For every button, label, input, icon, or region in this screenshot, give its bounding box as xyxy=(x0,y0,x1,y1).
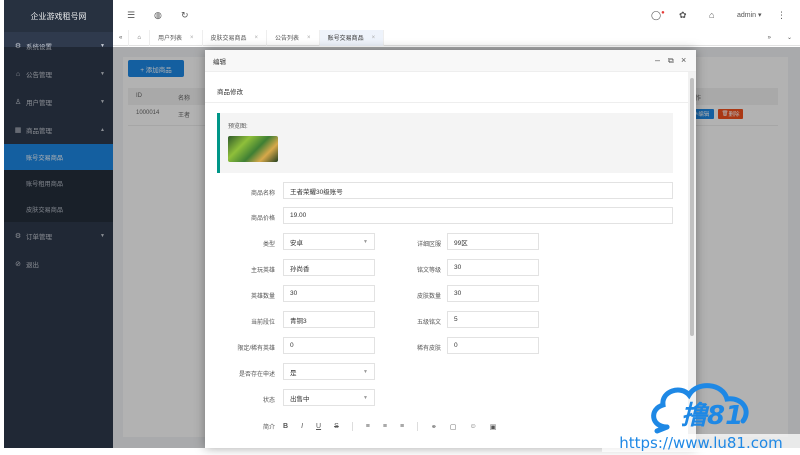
tabs-bar: « ⌂ 用户列表 × 皮肤交易商品 × 公告列表 × 账号交易商品 × » ⌄ xyxy=(113,29,800,46)
tabs-prev-icon[interactable]: « xyxy=(113,29,130,46)
field-label-skin-count: 皮肤数量 xyxy=(416,294,441,300)
on-sale-value: 是 xyxy=(290,369,297,377)
tag-icon[interactable]: ⌂ xyxy=(709,10,714,20)
close-icon[interactable]: × xyxy=(372,35,376,41)
field-label-detail-area: 详细区服 xyxy=(416,242,441,248)
field-label-price: 商品价格 xyxy=(250,216,275,222)
tab-label: 用户列表 xyxy=(157,36,182,42)
current-rank-input[interactable]: 青铜3 xyxy=(283,311,375,328)
field-label-status: 状态 xyxy=(262,398,275,404)
hero-count-input[interactable]: 30 xyxy=(283,285,375,302)
type-value: 安卓 xyxy=(290,239,303,247)
watermark: 撸81 https://www.lu81.com xyxy=(602,374,800,455)
app-root: 企业游戏租号网 ⚙ 系统设置 ▼ ⌂ 公告管理 ▼ ♙ 用户管理 ▼ ▦ 商品管… xyxy=(0,0,800,455)
limited-skin-input[interactable]: 0 xyxy=(283,337,375,354)
theme-icon[interactable]: ✿ xyxy=(679,10,687,21)
close-icon[interactable]: × xyxy=(190,35,194,41)
align-right-icon[interactable]: ≡ xyxy=(400,423,404,430)
field-label-five-level: 五级铭文 xyxy=(416,320,441,326)
cloud-logo-icon: 撸81 xyxy=(651,383,749,434)
bold-icon[interactable]: B xyxy=(283,423,288,430)
globe-icon[interactable]: ◍ xyxy=(154,10,162,21)
name-input[interactable]: 王者荣耀30级账号 xyxy=(283,182,673,199)
link-icon[interactable]: ⚭ xyxy=(431,423,437,431)
skin-count-input[interactable]: 30 xyxy=(447,285,539,302)
five-level-input[interactable]: 5 xyxy=(447,311,539,328)
tabs-dropdown-icon[interactable]: ⌄ xyxy=(779,30,800,46)
scrollbar-thumb[interactable] xyxy=(690,78,694,336)
tab-label: 账号交易商品 xyxy=(327,36,364,42)
field-label-name: 商品名称 xyxy=(250,191,275,197)
preview-image xyxy=(228,136,278,162)
section-title: 商品修改 xyxy=(217,89,243,96)
minimize-icon[interactable]: – xyxy=(655,55,660,65)
home-tab-icon[interactable]: ⌂ xyxy=(129,29,150,46)
tab-account-trade[interactable]: 账号交易商品 × xyxy=(319,29,385,46)
field-label-description: 简介 xyxy=(262,425,275,431)
chevron-down-icon: ▼ xyxy=(363,239,368,245)
watermark-url: https://www.lu81.com xyxy=(602,434,800,452)
topbar: ☰ ◍ ↻ ◯● ✿ ⌂ admin ▾ ⋮ xyxy=(113,0,800,32)
close-icon[interactable]: × xyxy=(681,55,686,65)
underline-icon[interactable]: U xyxy=(316,423,321,430)
main-hero-input[interactable]: 孙尚香 xyxy=(283,259,375,276)
tab-skin-trade[interactable]: 皮肤交易商品 × xyxy=(203,29,268,46)
menu-icon[interactable]: ☰ xyxy=(127,10,135,21)
field-label-limited-skin: 限定/稀有英雄 xyxy=(237,346,275,352)
username: admin xyxy=(737,12,757,19)
toolbar-divider xyxy=(417,422,419,431)
toolbar-divider xyxy=(351,422,353,431)
chevron-down-icon: ▼ xyxy=(363,369,368,375)
user-menu[interactable]: admin ▾ xyxy=(737,11,762,19)
logo-text: 撸81 xyxy=(681,401,743,431)
more-icon[interactable]: ⋮ xyxy=(777,10,786,21)
rare-skin-input[interactable]: 0 xyxy=(447,337,539,354)
status-value: 出售中 xyxy=(290,395,310,403)
field-label-type: 类型 xyxy=(262,242,275,248)
detail-area-input[interactable]: 99区 xyxy=(447,233,539,250)
modal-header: 编辑 – ⧉ × xyxy=(205,50,696,72)
rank-input[interactable]: 30 xyxy=(447,259,539,276)
on-sale-select[interactable]: 是 ▼ xyxy=(283,363,375,380)
section-divider xyxy=(205,102,688,103)
refresh-icon[interactable]: ↻ xyxy=(181,10,189,21)
close-icon[interactable]: × xyxy=(307,35,311,41)
field-label-rare-skin: 稀有皮肤 xyxy=(416,346,441,352)
modal-title: 编辑 xyxy=(213,58,226,66)
tabs-next-icon[interactable]: » xyxy=(760,30,779,46)
tab-user-list[interactable]: 用户列表 × xyxy=(150,29,203,46)
image-icon[interactable]: ▣ xyxy=(490,423,497,431)
field-label-main-hero: 主玩英雄 xyxy=(250,268,275,274)
close-icon[interactable]: × xyxy=(255,35,259,41)
chevron-down-icon: ▼ xyxy=(363,395,368,401)
field-label-current-rank: 当前段位 xyxy=(250,320,275,326)
type-select[interactable]: 安卓 ▼ xyxy=(283,233,375,250)
brand-title: 企业游戏租号网 xyxy=(4,0,113,32)
strikethrough-icon[interactable]: S xyxy=(334,423,339,430)
align-left-icon[interactable]: ≡ xyxy=(366,423,370,430)
status-select[interactable]: 出售中 ▼ xyxy=(283,389,375,406)
preview-box: 预览图: xyxy=(217,113,673,173)
maximize-icon[interactable]: ⧉ xyxy=(668,56,674,66)
field-label-hero-count: 英雄数量 xyxy=(250,294,275,300)
italic-icon[interactable]: I xyxy=(301,423,303,430)
bell-icon[interactable]: ◯● xyxy=(651,10,665,21)
field-label-rank: 铭文等级 xyxy=(416,268,441,274)
price-input[interactable]: 19.00 xyxy=(283,207,673,224)
unlink-icon[interactable]: ▢ xyxy=(450,423,457,431)
editor-toolbar: B I U S ≡ ≡ ≡ ⚭ ▢ ☺ ▣ xyxy=(283,421,593,432)
field-label-on-sale: 是否存在申述 xyxy=(238,372,275,378)
tab-announcements[interactable]: 公告列表 × xyxy=(267,29,320,46)
align-center-icon[interactable]: ≡ xyxy=(383,423,387,430)
emoji-icon[interactable]: ☺ xyxy=(470,423,477,430)
tab-label: 皮肤交易商品 xyxy=(210,36,247,42)
preview-label: 预览图: xyxy=(228,124,248,130)
tab-label: 公告列表 xyxy=(275,36,300,42)
